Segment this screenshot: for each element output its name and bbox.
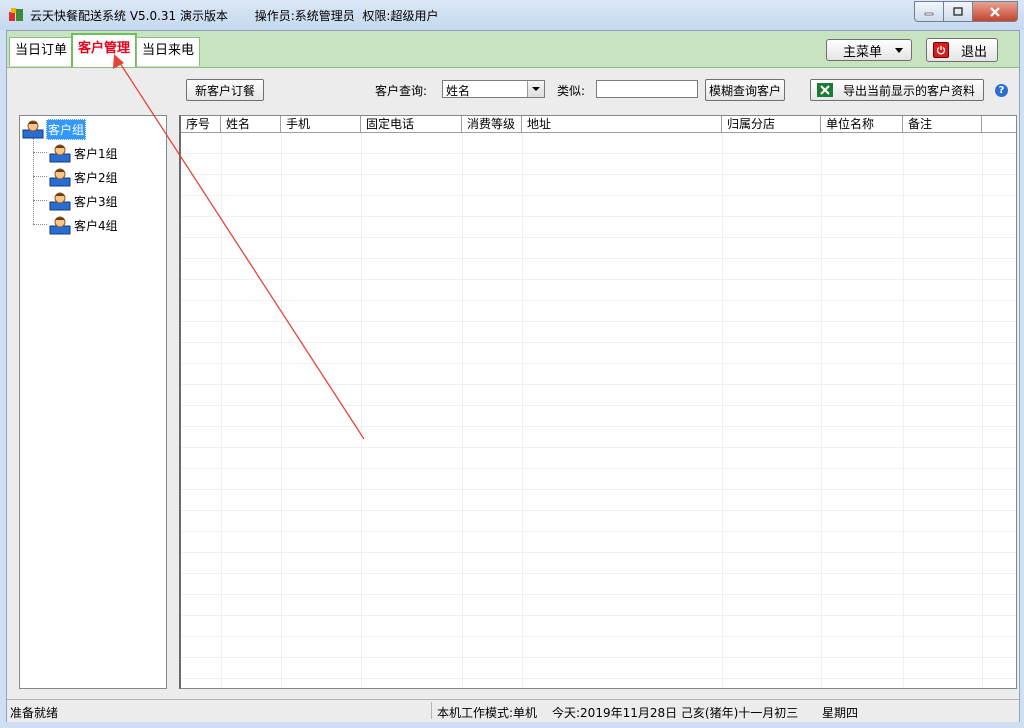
grid-line (821, 133, 822, 688)
app-icon (9, 8, 23, 21)
column-header-address[interactable]: 地址 (522, 116, 722, 132)
customer-group-icon (49, 144, 71, 163)
minimize-icon (924, 12, 934, 15)
table-header: 序号 姓名 手机 固定电话 消费等级 地址 归属分店 单位名称 备注 (181, 116, 1016, 133)
similar-input[interactable] (596, 80, 698, 98)
column-header-notes[interactable]: 备注 (903, 116, 982, 132)
dropdown-arrow-icon[interactable] (527, 81, 544, 97)
customer-group-icon (49, 168, 71, 187)
exit-label: 退出 (961, 44, 988, 60)
tab-today-calls[interactable]: 当日来电 (136, 37, 201, 66)
tab-strip: 当日订单 客户管理 当日来电 主菜单 退出 (7, 31, 1019, 68)
main-menu-button[interactable]: 主菜单 (826, 39, 912, 61)
status-date: 今天:2019年11月28日 己亥(猪年)十一月初三 (552, 706, 799, 720)
chevron-down-icon (895, 48, 903, 53)
export-customers-button[interactable]: 导出当前显示的客户资料 (810, 79, 984, 101)
similar-label: 类似: (557, 84, 586, 98)
grid-line (361, 133, 362, 688)
tree-connector (33, 200, 47, 201)
help-icon[interactable]: ? (995, 84, 1008, 97)
export-label: 导出当前显示的客户资料 (843, 83, 976, 98)
tree-connector (33, 138, 34, 224)
customer-group-tree: 客户组 客户1组 客户2组 客户3组 客户4组 (19, 115, 167, 689)
power-icon (933, 42, 949, 58)
tree-node-label: 客户2组 (74, 170, 118, 185)
column-header-level[interactable]: 消费等级 (462, 116, 522, 132)
new-customer-order-button[interactable]: 新客户订餐 (186, 79, 264, 101)
customer-query-label: 客户查询: (375, 84, 428, 98)
grid-line (903, 133, 904, 688)
grid-line (462, 133, 463, 688)
minimize-button[interactable] (914, 1, 943, 22)
client-area: 当日订单 客户管理 当日来电 主菜单 退出 新客户订餐 客户查询: 姓名 类似:… (6, 30, 1020, 722)
grid-line (522, 133, 523, 688)
grid-line (982, 133, 983, 688)
tree-node-group-3[interactable]: 客户3组 (49, 190, 119, 212)
tree-connector (33, 176, 47, 177)
customer-group-icon (22, 120, 44, 139)
status-work-mode: 本机工作模式:单机 (437, 706, 538, 720)
column-header-phone[interactable]: 固定电话 (361, 116, 462, 132)
window-title: 云天快餐配送系统 V5.0.31 演示版本 操作员:系统管理员 权限:超级用户 (30, 9, 439, 23)
tree-node-label: 客户1组 (74, 146, 118, 161)
tree-node-label: 客户3组 (74, 194, 118, 209)
tree-connector (33, 152, 47, 153)
column-header-name[interactable]: 姓名 (221, 116, 281, 132)
column-header-mobile[interactable]: 手机 (281, 116, 361, 132)
tree-node-group-2[interactable]: 客户2组 (49, 166, 119, 188)
tab-customer-management[interactable]: 客户管理 (71, 33, 138, 67)
query-field-select[interactable]: 姓名 (442, 80, 545, 98)
status-bar: 准备就绪 本机工作模式:单机 今天:2019年11月28日 己亥(猪年)十一月初… (7, 699, 1019, 722)
status-ready: 准备就绪 (10, 706, 59, 720)
close-button[interactable] (972, 1, 1018, 22)
grid-line (722, 133, 723, 688)
tree-node-root[interactable]: 客户组 (22, 118, 87, 140)
exit-button[interactable]: 退出 (926, 38, 998, 62)
title-bar: 云天快餐配送系统 V5.0.31 演示版本 操作员:系统管理员 权限:超级用户 (0, 0, 1024, 30)
main-menu-label: 主菜单 (843, 44, 883, 60)
status-weekday: 星期四 (822, 706, 859, 720)
grid-line (221, 133, 222, 688)
tree-connector (33, 224, 47, 225)
tree-node-group-4[interactable]: 客户4组 (49, 214, 119, 236)
query-field-value: 姓名 (446, 84, 471, 98)
table-body[interactable] (181, 133, 1016, 688)
customer-table: 序号 姓名 手机 固定电话 消费等级 地址 归属分店 单位名称 备注 (179, 115, 1017, 689)
column-header-index[interactable]: 序号 (181, 116, 221, 132)
tab-today-orders[interactable]: 当日订单 (9, 37, 74, 66)
close-icon (990, 6, 1000, 17)
excel-icon (817, 83, 833, 97)
tree-node-group-1[interactable]: 客户1组 (49, 142, 119, 164)
column-header-company[interactable]: 单位名称 (821, 116, 903, 132)
grid-line (281, 133, 282, 688)
customer-group-icon (49, 216, 71, 235)
tree-node-label: 客户组 (46, 118, 87, 140)
status-divider (431, 702, 432, 719)
tree-node-label: 客户4组 (74, 218, 118, 233)
fuzzy-search-button[interactable]: 模糊查询客户 (705, 79, 785, 101)
maximize-icon (953, 7, 963, 16)
maximize-button[interactable] (943, 1, 972, 22)
column-header-branch[interactable]: 归属分店 (722, 116, 821, 132)
customer-group-icon (49, 192, 71, 211)
window-controls (914, 1, 1018, 22)
